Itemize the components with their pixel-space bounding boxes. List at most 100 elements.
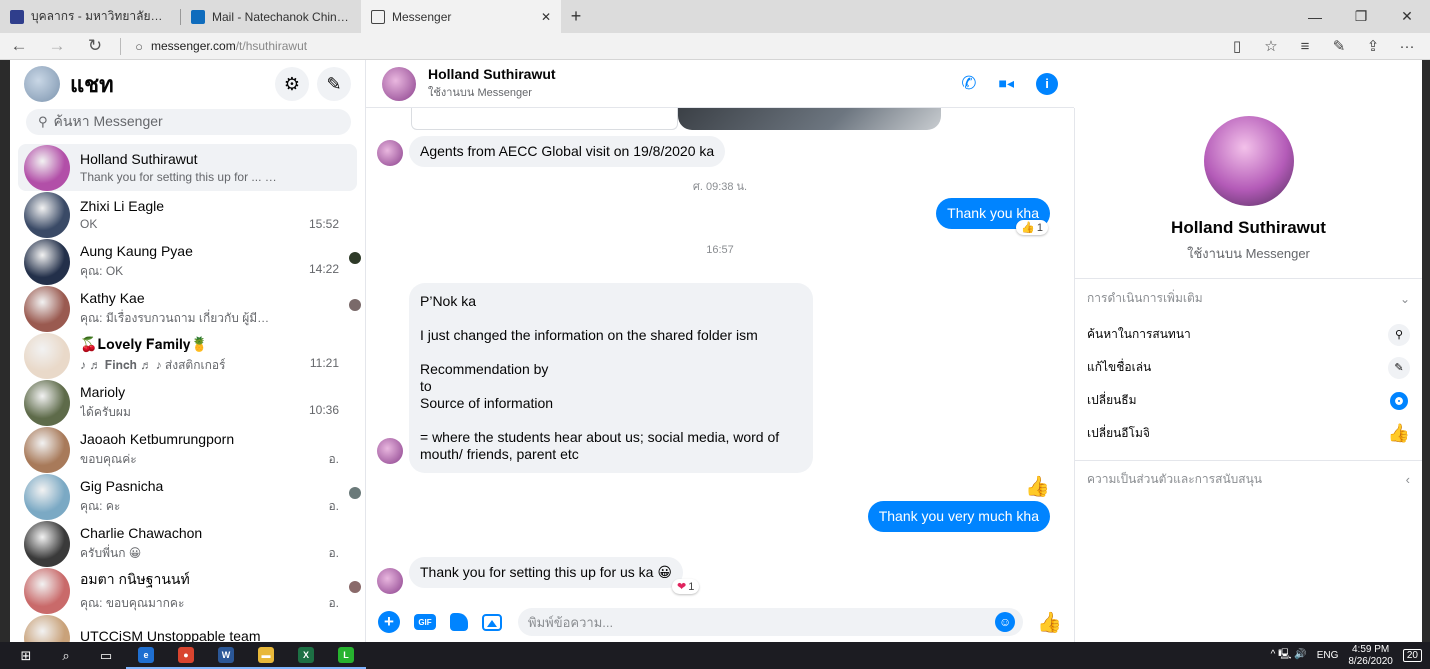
url-field[interactable]: messenger.com/t/hsuthirawut [151, 39, 307, 53]
gif-button[interactable]: GIF [414, 614, 436, 630]
video-call-icon[interactable]: ■◂ [999, 75, 1014, 92]
conversation-name: 🍒𝐋𝐨𝐯𝐞𝐥𝐲 𝐅𝐚𝐦𝐢𝐥𝐲🍍 [80, 336, 208, 352]
notification-icon[interactable]: 20 [1402, 649, 1422, 662]
taskbar-task-view-icon[interactable]: ▭ [86, 642, 126, 669]
contact-status: ใช้งานบน Messenger [428, 87, 532, 99]
taskbar-search-icon[interactable]: ⌕ [46, 642, 86, 669]
back-button[interactable]: ← [0, 36, 38, 56]
info-contact-name[interactable]: Holland Suthirawut [1075, 218, 1422, 238]
search-input[interactable]: ⚲ ค้นหา Messenger [26, 109, 351, 135]
shared-photo[interactable] [678, 108, 941, 130]
clock[interactable]: 4:59 PM 8/26/2020 [1348, 644, 1393, 668]
message-reaction[interactable]: 👍 1 [1016, 220, 1048, 235]
conversation-item[interactable]: Jaoaoh Ketbumrungporn ขอบคุณค่ะ อ. [10, 426, 365, 473]
conversation-item[interactable]: Aung Kaung Pyae คุณ: OK 14:22 [10, 238, 365, 285]
taskbar-file-explorer-icon[interactable]: ▬ [246, 642, 286, 669]
hub-icon[interactable]: ≡ [1288, 38, 1322, 55]
send-like-icon[interactable]: 👍 [1037, 610, 1062, 635]
conversation-time: อ. [328, 595, 339, 610]
privacy-support-section[interactable]: ความเป็นส่วนตัวและการสนับสนุน ‹ [1075, 460, 1422, 498]
conversation-item[interactable]: UTCCiSM Unstoppable team [10, 614, 365, 642]
taskbar-excel-icon[interactable]: X [286, 642, 326, 669]
more-actions-section[interactable]: การดำเนินการเพิ่มเติม ⌄ [1075, 278, 1422, 318]
info-icon[interactable]: i [1036, 72, 1058, 95]
contact-name[interactable]: Holland Suthirawut [428, 66, 556, 82]
photo-icon[interactable] [482, 613, 502, 631]
conversation-text: UTCCiSM Unstoppable team [80, 628, 359, 642]
change-theme-item[interactable]: เปลี่ยนธีม [1075, 384, 1422, 417]
message-bubble-incoming[interactable]: Agents from AECC Global visit on 19/8/20… [409, 136, 726, 167]
item-label: เปลี่ยนธีม [1087, 393, 1137, 407]
message-input[interactable]: พิมพ์ข้อความ... ☺ [518, 608, 1024, 636]
emoji-icon[interactable]: ☺ [995, 612, 1016, 632]
shared-link-preview[interactable] [411, 108, 678, 130]
info-contact-status: ใช้งานบน Messenger [1187, 246, 1310, 261]
browser-tab-2[interactable]: Mail - Natechanok Chindaw [181, 0, 361, 33]
change-emoji-item[interactable]: เปลี่ยนอีโมจิ 👍 [1075, 417, 1422, 450]
conversation-item[interactable]: Kathy Kae คุณ: มีเรื่องรบกวนถาม เกี่ยวกับ… [10, 285, 365, 332]
contact-avatar[interactable] [382, 66, 416, 101]
message-reaction[interactable]: ❤ 1 [672, 579, 700, 594]
reading-view-icon[interactable]: ▯ [1220, 37, 1254, 55]
info-avatar[interactable] [1203, 116, 1294, 206]
seen-avatar-icon [349, 252, 361, 264]
language-indicator[interactable]: ENG [1317, 650, 1339, 661]
message-bubble-outgoing[interactable]: Thank you very much kha [867, 501, 1050, 532]
conversation-name: Zhixi Li Eagle [80, 198, 165, 214]
conversation-item[interactable]: Zhixi Li Eagle OK 15:52 [10, 191, 365, 238]
browser-tab-messenger[interactable]: Messenger ✕ [361, 0, 561, 33]
forward-button[interactable]: → [38, 36, 76, 56]
message-bubble-incoming[interactable]: Thank you for setting this up for us ka … [409, 557, 683, 588]
share-icon[interactable]: ⇪ [1356, 37, 1390, 55]
conversation-avatar [24, 285, 70, 332]
conversation-item[interactable]: Marioly ได้ครับผม 10:36 [10, 379, 365, 426]
chevron-down-icon: ⌄ [1399, 291, 1410, 306]
new-tab-button[interactable]: + [561, 0, 591, 33]
sticker-icon[interactable] [450, 613, 468, 631]
sidebar-header: แชท ⚙ ✎ [10, 60, 365, 108]
thumbs-up-sticker-icon[interactable]: 👍 [1025, 474, 1050, 499]
clock-date: 8/26/2020 [1348, 655, 1393, 667]
conversation-item[interactable]: Charlie Chawachon ครับพี่นก 😀 อ. [10, 520, 365, 567]
edit-nickname-item[interactable]: แก้ไขชื่อเล่น ✎ [1075, 351, 1422, 384]
window-controls: — ❐ ✕ [1292, 0, 1430, 33]
taskbar-start-icon[interactable]: ⊞ [6, 642, 46, 669]
taskbar-chrome-icon[interactable]: ● [166, 642, 206, 669]
divider [120, 37, 121, 55]
more-actions-plus-icon[interactable]: + [378, 611, 400, 633]
taskbar-line-icon[interactable]: L [326, 642, 366, 669]
conversation-meta: คุณ: คะ อ. [80, 497, 359, 516]
section-label: ความเป็นส่วนตัวและการสนับสนุน [1087, 472, 1262, 486]
favorite-star-icon[interactable]: ☆ [1254, 37, 1288, 55]
tab-close-icon[interactable]: ✕ [541, 10, 551, 24]
conversation-item[interactable]: อมตา กนิษฐานนท์ คุณ: ขอบคุณมากคะ อ. [10, 567, 365, 614]
messenger-app: แชท ⚙ ✎ ⚲ ค้นหา Messenger Holland Suthir… [10, 60, 1422, 642]
timestamp: 16:57 [706, 244, 734, 256]
theme-color-icon [1388, 389, 1410, 412]
conversation-snippet: ครับพี่นก 😀 [80, 545, 142, 560]
compose-icon[interactable]: ✎ [317, 67, 351, 101]
search-in-conversation-item[interactable]: ค้นหาในการสนทนา ⚲ [1075, 318, 1422, 351]
system-tray: ^ 🖳 🔊 ENG 4:59 PM 8/26/2020 20 [1271, 644, 1430, 668]
tray-icons[interactable]: ^ 🖳 🔊 [1271, 647, 1307, 664]
my-avatar[interactable] [24, 66, 60, 102]
conversation-time: 14:22 [308, 261, 339, 276]
browser-tab-1[interactable]: บุคลากร - มหาวิทยาลัยหอการค้ [0, 0, 180, 33]
conversation-item[interactable]: 🍒𝐋𝐨𝐯𝐞𝐥𝐲 𝐅𝐚𝐦𝐢𝐥𝐲🍍 ♪ ♬ 𝐅𝐢𝐧𝐜𝐡 ♬ ♪ ส่งสติกเกอร… [10, 332, 365, 379]
restore-button[interactable]: ❐ [1338, 0, 1384, 33]
taskbar-edge-icon[interactable]: e [126, 642, 166, 669]
minimize-button[interactable]: — [1292, 0, 1338, 33]
taskbar-word-icon[interactable]: W [206, 642, 246, 669]
refresh-button[interactable]: ↻ [76, 36, 114, 56]
search-icon: ⚲ [1388, 323, 1410, 346]
conversation-meta: OK 15:52 [80, 217, 359, 231]
web-notes-icon[interactable]: ✎ [1322, 37, 1356, 55]
conversation-item[interactable]: Gig Pasnicha คุณ: คะ อ. [10, 473, 365, 520]
more-icon[interactable]: ··· [1390, 38, 1424, 55]
settings-gear-icon[interactable]: ⚙ [275, 67, 309, 101]
conversation-item[interactable]: Holland Suthirawut Thank you for setting … [18, 144, 357, 191]
message-bubble-incoming[interactable]: P’Nok ka I just changed the information … [409, 283, 813, 473]
close-window-button[interactable]: ✕ [1384, 0, 1430, 33]
voice-call-icon[interactable]: ✆ [961, 73, 976, 94]
conversation-meta: Thank you for setting this up for ... · … [80, 170, 351, 184]
